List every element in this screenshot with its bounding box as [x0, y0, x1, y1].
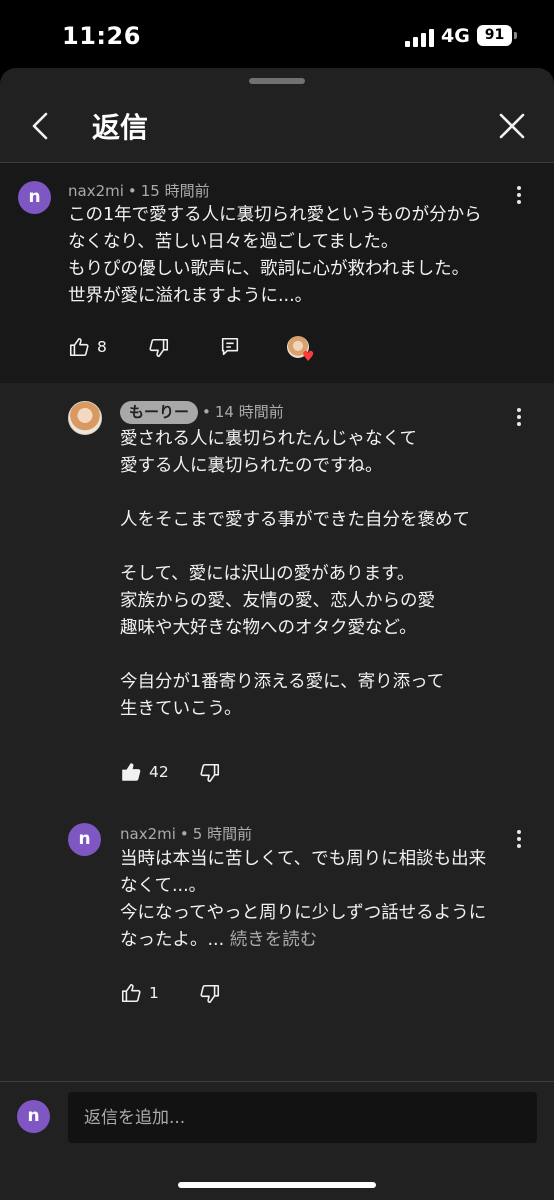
close-button[interactable]: [494, 108, 530, 144]
sheet-header: 返信: [0, 90, 554, 162]
thumb-down-icon: [200, 984, 220, 1004]
home-indicator[interactable]: [178, 1182, 376, 1188]
comment-text: この1年で愛する人に裏切られ愛というものが分から なくなり、苦しい日々を過ごして…: [68, 205, 482, 306]
thumb-up-icon: [121, 983, 141, 1003]
status-bar: 11:26 4G 91: [0, 0, 554, 70]
heart-icon: ♥: [302, 349, 315, 365]
comment-text: 愛される人に裏切られたんじゃなくて 愛する人に裏切られたのですね。 人をそこまで…: [120, 429, 470, 719]
network-type: 4G: [441, 25, 470, 47]
like-count: 42: [149, 763, 169, 781]
thumb-down-icon: [149, 338, 169, 358]
like-count: 8: [97, 338, 107, 356]
creator-author-chip[interactable]: もーりー: [120, 401, 199, 424]
back-button[interactable]: [22, 108, 58, 144]
like-count: 1: [149, 984, 159, 1002]
comment-author[interactable]: nax2mi: [68, 182, 124, 200]
dislike-button[interactable]: [148, 336, 170, 360]
avatar[interactable]: n: [68, 823, 101, 856]
thumb-up-icon: [122, 763, 141, 781]
like-button[interactable]: 42: [120, 760, 169, 784]
page-title: 返信: [92, 111, 149, 144]
reply-button[interactable]: [219, 335, 241, 359]
dislike-button[interactable]: [199, 982, 221, 1006]
thumb-up-icon: [69, 337, 89, 357]
like-button[interactable]: 1: [120, 981, 159, 1005]
comment-time: 15 時間前: [140, 182, 210, 200]
close-icon: [499, 113, 525, 139]
comment-meta: もーりー • 14 時間前: [120, 401, 284, 424]
dislike-button[interactable]: [199, 761, 221, 785]
comment-time: 5 時間前: [192, 825, 253, 843]
parent-comment: n nax2mi • 15 時間前 この1年で愛する人に裏切られ愛というものが分から…: [0, 163, 554, 383]
battery-icon: 91: [477, 25, 512, 46]
reply-icon: [221, 337, 239, 356]
footer-divider: [0, 1081, 554, 1082]
avatar[interactable]: n: [18, 181, 51, 214]
back-arrow-icon: [32, 112, 48, 140]
like-button[interactable]: 8: [68, 335, 107, 359]
battery-tip: [514, 32, 517, 39]
status-time: 11:26: [62, 22, 141, 50]
comment-meta: nax2mi • 15 時間前: [68, 182, 210, 200]
thumb-down-icon: [200, 763, 220, 783]
avatar[interactable]: [68, 401, 102, 435]
read-more-link[interactable]: 続きを読む: [230, 930, 318, 950]
signal-icon: [405, 27, 435, 47]
reply-input[interactable]: [68, 1092, 537, 1143]
sheet-grabber[interactable]: [249, 78, 305, 84]
comment-author[interactable]: nax2mi: [120, 825, 176, 843]
comment-time: 14 時間前: [214, 403, 284, 421]
my-avatar: n: [17, 1100, 50, 1133]
comment-meta: nax2mi • 5 時間前: [120, 825, 253, 843]
comment-text: 当時は本当に苦しくて、でも周りに相談も出来 なくて...。 今になってやっと周り…: [120, 846, 530, 954]
replies-sheet: 返信 n nax2mi • 15 時間前 この1年で愛する人に裏切られ愛というものが…: [0, 68, 554, 1200]
